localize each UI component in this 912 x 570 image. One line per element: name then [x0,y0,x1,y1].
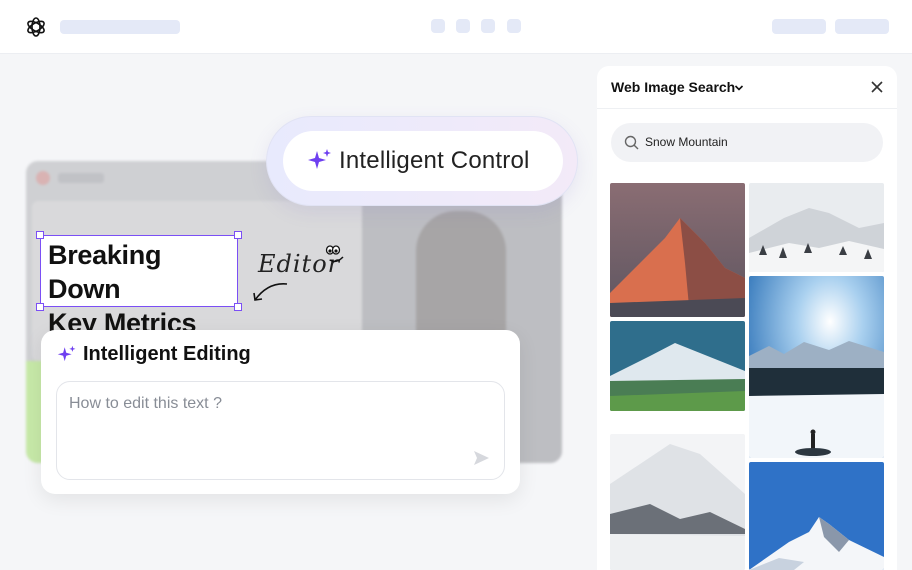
result-image-green-valley[interactable] [610,321,745,411]
selected-text[interactable]: Breaking Down Key Metrics [48,238,237,340]
toolbar-placeholder-1[interactable] [431,19,445,33]
result-image-sunset-peak[interactable] [610,183,745,317]
toolbar-placeholder-2[interactable] [456,19,470,33]
intelligent-editing-title: Intelligent Editing [83,343,251,365]
edit-prompt-input[interactable]: How to edit this text ? [56,381,505,480]
selected-text-box[interactable]: Breaking Down Key Metrics [36,231,242,338]
intelligent-editing-card: Intelligent Editing How to edit this tex… [41,330,520,494]
image-search-input[interactable]: Snow Mountain [611,123,883,162]
resize-handle-bottom-right[interactable] [234,303,242,311]
action-placeholder-1[interactable] [772,19,826,34]
preview-title-bar [58,173,104,183]
resize-handle-top-left[interactable] [36,231,44,239]
top-bar [0,0,912,54]
close-icon[interactable] [871,81,883,93]
intelligent-control-label: Intelligent Control [339,147,530,174]
intelligent-editing-header: Intelligent Editing [57,343,251,366]
intelligent-control-pill[interactable]: Intelligent Control [266,116,578,206]
edit-prompt-placeholder: How to edit this text ? [69,395,222,412]
toolbar-placeholder-4[interactable] [507,19,521,33]
result-image-blue-sky-peak[interactable] [749,462,884,570]
search-value: Snow Mountain [645,135,728,149]
result-image-snow-slope[interactable] [610,434,745,570]
arrow-icon [253,283,288,301]
sparkle-icon [57,345,76,361]
resize-handle-top-right[interactable] [234,231,242,239]
search-icon [624,135,639,150]
eyes-icon [325,245,344,263]
openai-logo-icon[interactable] [24,15,48,39]
preview-dot [36,171,50,185]
web-image-search-panel: Web Image Search Snow Mountain [597,66,897,570]
result-image-sun-forest[interactable] [749,276,884,458]
selected-text-line-1: Breaking Down [48,240,162,304]
send-icon[interactable] [472,449,490,467]
panel-header: Web Image Search [597,66,897,109]
result-image-snowy-ridge[interactable] [749,183,884,272]
sparkle-icon [308,149,331,169]
panel-title[interactable]: Web Image Search [611,79,735,95]
intelligent-control-inner[interactable]: Intelligent Control [283,131,563,191]
chevron-down-icon[interactable] [734,83,744,93]
toolbar-placeholder-3[interactable] [481,19,495,33]
title-placeholder [60,20,180,34]
action-placeholder-2[interactable] [835,19,889,34]
resize-handle-bottom-left[interactable] [36,303,44,311]
